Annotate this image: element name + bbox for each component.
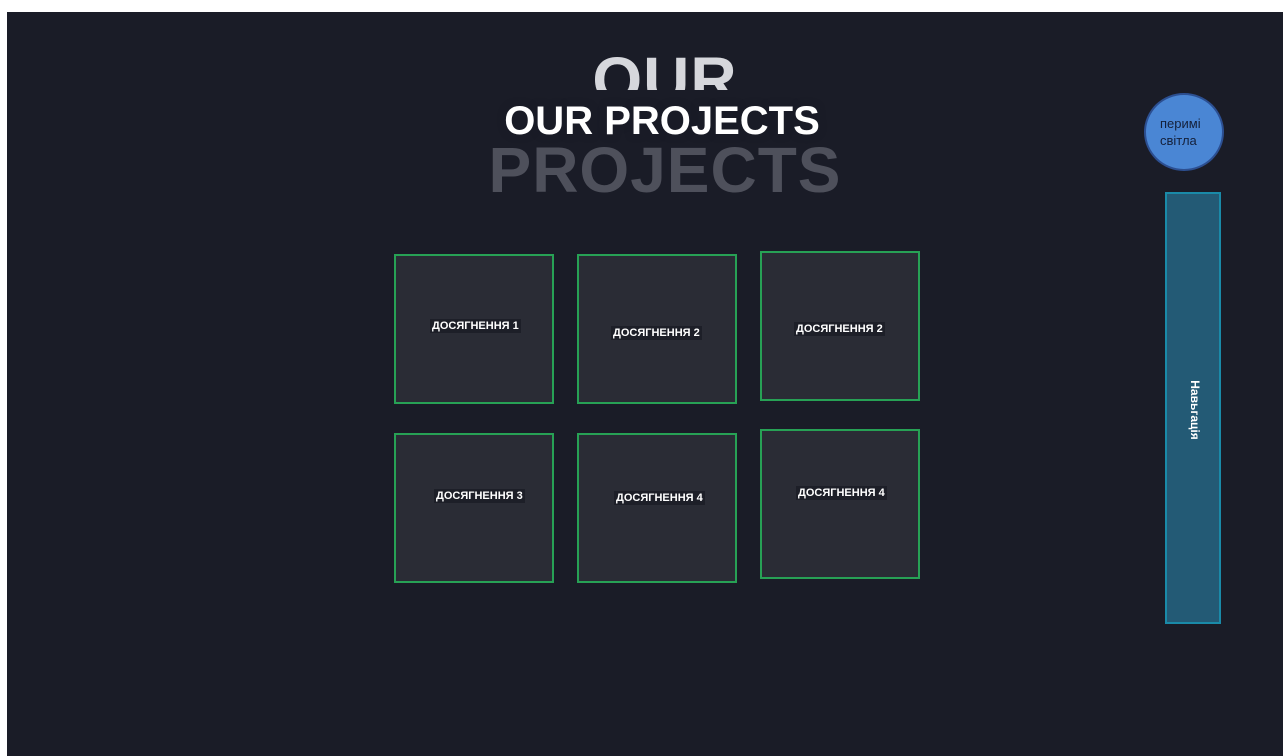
- project-card-label: ДОСЯГНЕННЯ 4: [796, 486, 887, 500]
- project-card-6[interactable]: ДОСЯГНЕННЯ 4: [760, 429, 920, 579]
- background-title-line1: OUR: [592, 52, 738, 90]
- project-card-label: ДОСЯГНЕННЯ 1: [430, 319, 521, 333]
- background-title-line2: PROJECTS: [488, 134, 842, 206]
- project-card-label: ДОСЯГНЕННЯ 2: [794, 322, 885, 336]
- project-card-5[interactable]: ДОСЯГНЕННЯ 4: [577, 433, 737, 583]
- header-section: OUR PROJECTS OUR PROJECTS: [7, 12, 1283, 212]
- page-background: OUR PROJECTS OUR PROJECTS ДОСЯГНЕННЯ 1 Д…: [7, 12, 1283, 756]
- theme-toggle-button[interactable]: перимі світла: [1144, 93, 1224, 171]
- project-card-label: ДОСЯГНЕННЯ 4: [614, 491, 705, 505]
- project-card-2[interactable]: ДОСЯГНЕННЯ 2: [577, 254, 737, 404]
- project-card-label: ДОСЯГНЕННЯ 3: [434, 489, 525, 503]
- project-card-1[interactable]: ДОСЯГНЕННЯ 1: [394, 254, 554, 404]
- navigation-button[interactable]: Навьгація: [1165, 192, 1221, 624]
- project-card-label: ДОСЯГНЕННЯ 2: [611, 326, 702, 340]
- project-card-4[interactable]: ДОСЯГНЕННЯ 3: [394, 433, 554, 583]
- page-title: OUR PROJECTS: [504, 99, 820, 143]
- theme-toggle-label: перимі світла: [1160, 116, 1201, 148]
- project-card-3[interactable]: ДОСЯГНЕННЯ 2: [760, 251, 920, 401]
- navigation-label: Навьгація: [1188, 380, 1202, 440]
